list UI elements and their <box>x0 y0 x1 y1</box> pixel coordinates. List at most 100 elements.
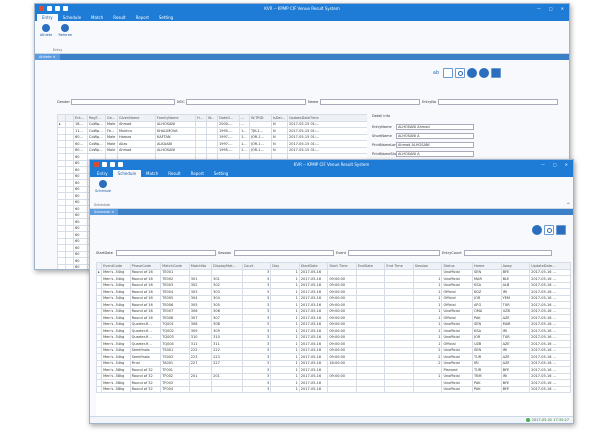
table-cell: Men's -58kg <box>101 385 131 393</box>
minimize-button[interactable]: — <box>537 6 541 11</box>
detail-field: PrintNameShort ALHOSANI A <box>372 151 562 157</box>
app-icon <box>39 6 44 11</box>
tab-athlete[interactable]: Athlete ✕ <box>35 54 60 60</box>
close-tab-icon[interactable]: ✕ <box>53 55 56 59</box>
table-cell <box>384 385 414 393</box>
menu-match[interactable]: Match <box>86 14 108 21</box>
tab-schedule[interactable]: Schedule ✕ <box>90 209 119 215</box>
status-time: 2017-05-02 17:35:27 <box>525 418 569 422</box>
gender-select[interactable] <box>71 99 175 105</box>
detail-field-label: ShortName <box>372 134 392 138</box>
detail-field-label: PrintNameLong <box>372 143 399 147</box>
menu-report[interactable]: Report <box>186 170 209 177</box>
menu-setting[interactable]: Setting <box>154 14 178 21</box>
menu-bar: Entry Schedule Match Result Report Setti… <box>90 169 573 177</box>
search-icon[interactable] <box>544 225 554 235</box>
table-cell: 2017-05-16 <box>298 385 329 393</box>
save-icon[interactable] <box>556 225 566 235</box>
spellcheck-icon[interactable]: ab <box>431 68 441 78</box>
save-icon[interactable] <box>102 162 107 167</box>
menu-result[interactable]: Result <box>108 14 130 21</box>
session-select[interactable] <box>234 250 334 256</box>
referee-icon <box>61 24 70 32</box>
open-icon[interactable] <box>55 6 60 11</box>
user-icon[interactable] <box>63 6 68 11</box>
table-cell: 2017-05-16 ... <box>529 385 571 393</box>
detail-panel: Detail Info EntryName ALHOSANI Ahmad Short… <box>372 114 562 160</box>
table-cell: 60 <box>73 263 88 269</box>
name-input[interactable] <box>320 99 420 105</box>
window-title: KVR -- KPMP CIF Venue Result System <box>293 162 370 167</box>
athlete-button[interactable]: Athlete <box>37 24 55 37</box>
detail-field-input[interactable]: Ahmad ALHOSANI <box>396 142 474 148</box>
save-icon[interactable] <box>47 6 52 11</box>
ribbon: Athlete Referee Entry <box>35 21 569 54</box>
menu-setting[interactable]: Setting <box>209 170 233 177</box>
noc-select[interactable] <box>186 99 306 105</box>
menu-match[interactable]: Match <box>141 170 163 177</box>
menu-report[interactable]: Report <box>131 14 154 21</box>
remove-icon[interactable] <box>479 68 489 78</box>
toolbar: ab <box>431 68 501 78</box>
menu-result[interactable]: Result <box>163 170 185 177</box>
table-cell <box>65 263 74 269</box>
status-bar: 2017-05-02 17:35:27 <box>90 416 573 423</box>
close-button[interactable]: ✕ <box>565 162 568 167</box>
menu-schedule[interactable]: Schedule <box>58 14 86 21</box>
table-cell <box>57 263 66 269</box>
table-cell <box>327 385 357 393</box>
maximize-button[interactable]: □ <box>553 162 557 167</box>
toolbar <box>532 225 566 235</box>
minimize-button[interactable]: — <box>541 162 545 167</box>
schedule-button[interactable]: Schedule <box>92 180 114 193</box>
save-icon[interactable] <box>491 68 501 78</box>
close-tab-icon[interactable]: ✕ <box>111 210 114 214</box>
entry-count-label: EntryCount <box>442 251 462 255</box>
event-label: Event <box>336 251 347 255</box>
menu-entry[interactable]: Entry <box>92 170 113 177</box>
open-icon[interactable] <box>110 162 115 167</box>
schedule-grid: EventCode PhaseCode MatchCode MatchNo Displa… <box>96 262 571 416</box>
menu-entry[interactable]: Entry <box>37 14 58 21</box>
collapse-ribbon-icon[interactable]: ^ <box>567 202 570 207</box>
event-select[interactable] <box>348 250 440 256</box>
table-row[interactable]: Men's -58kg Round of 32 TF004 3 1 2017-05-16 U… <box>96 385 571 393</box>
close-button[interactable]: ✕ <box>561 6 564 11</box>
referee-button[interactable]: Referee <box>56 24 74 37</box>
table-cell <box>355 385 386 393</box>
athlete-icon <box>42 24 50 32</box>
maximize-button[interactable]: □ <box>549 6 553 11</box>
table-cell: Unofficial <box>441 385 474 393</box>
detail-field-input[interactable]: ALHOSANI A <box>396 151 474 157</box>
add-icon[interactable] <box>467 68 477 78</box>
menu-bar: Entry Schedule Match Result Report Setti… <box>35 13 569 21</box>
document-tabs: Schedule ✕ <box>90 209 573 215</box>
table-cell: PAK <box>472 385 502 393</box>
entry-count-input[interactable] <box>464 250 552 256</box>
session-label: Session <box>218 251 232 255</box>
detail-field: PrintNameLong Ahmad ALHOSANI <box>372 142 562 148</box>
ribbon-group-label: Entry <box>53 48 63 52</box>
start-date-select[interactable] <box>116 250 216 256</box>
entry-no-label: EntryNo <box>422 100 437 104</box>
search-icon[interactable] <box>455 68 465 78</box>
title-bar: KVR -- KPMP CIF Venue Result System — □ … <box>35 4 569 13</box>
detail-field-input[interactable]: ALHOSANI A <box>396 133 474 139</box>
detail-field-input[interactable]: ALHOSANI Ahmad <box>396 124 474 130</box>
globe-icon[interactable] <box>532 225 542 235</box>
ribbon-group-label: Schedule <box>94 203 111 207</box>
entry-no-input[interactable] <box>438 99 558 105</box>
user-icon[interactable] <box>118 162 123 167</box>
print-icon[interactable] <box>443 68 453 78</box>
table-cell <box>188 385 213 393</box>
table-cell <box>412 385 443 393</box>
menu-schedule[interactable]: Schedule <box>112 170 142 177</box>
detail-field: ShortName ALHOSANI A <box>372 133 562 139</box>
start-date-label: StartDate <box>96 251 113 255</box>
filter-bar: Gender NOC Name EntryNo <box>57 99 567 105</box>
noc-label: NOC <box>177 100 185 104</box>
document-tabs: Athlete ✕ <box>35 54 569 60</box>
table-cell <box>211 385 243 393</box>
app-icon <box>94 162 99 167</box>
gender-label: Gender <box>57 100 70 104</box>
